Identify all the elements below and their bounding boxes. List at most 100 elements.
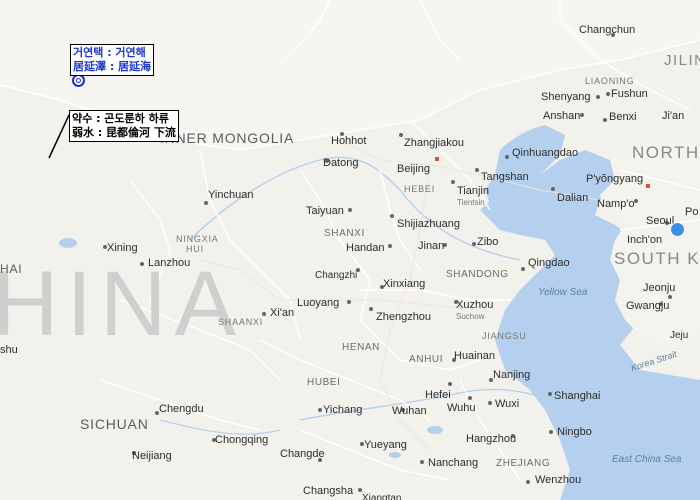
city-label-qingdao[interactable]: Qingdao bbox=[528, 257, 570, 269]
province-label-hui: HUI bbox=[186, 244, 204, 254]
city-label-jeju[interactable]: Jeju bbox=[670, 330, 688, 342]
city-label-yichang[interactable]: Yichang bbox=[323, 404, 362, 416]
city-label-neijiang[interactable]: Neijiang bbox=[132, 450, 172, 462]
city-label-fushun[interactable]: Fushun bbox=[611, 88, 648, 100]
city-label-yueyang[interactable]: Yueyang bbox=[364, 439, 407, 451]
city-dot bbox=[318, 408, 322, 412]
city-label-po[interactable]: Po bbox=[685, 206, 698, 218]
juyan-annotation-box: 거연택 : 거연해 居延澤 : 居延海 bbox=[70, 44, 155, 76]
province-label-hebei: HEBEI bbox=[404, 184, 436, 194]
ruoshui-annotation-box: 약수 : 곤도룬하 하류 弱水 : 昆都倫河 下流 bbox=[69, 110, 179, 142]
city-dot bbox=[262, 312, 266, 316]
city-label-changzhi[interactable]: Changzhi bbox=[315, 270, 357, 282]
city-label-gwangju[interactable]: Gwangju bbox=[626, 300, 669, 312]
country-label-north-korea: NORTH bbox=[632, 143, 700, 162]
city-label-dalian[interactable]: Dalian bbox=[557, 192, 588, 204]
city-label-hohhot[interactable]: Hohhot bbox=[331, 135, 366, 147]
city-dot bbox=[475, 168, 479, 172]
city-label-huainan[interactable]: Huainan bbox=[454, 350, 495, 362]
city-label-tangshan[interactable]: Tangshan bbox=[481, 171, 529, 183]
city-label-jian[interactable]: Ji'an bbox=[662, 110, 684, 122]
city-label-benxi[interactable]: Benxi bbox=[609, 111, 637, 123]
province-label-zhejiang: ZHEJIANG bbox=[496, 458, 551, 469]
city-dot bbox=[369, 307, 373, 311]
city-label-shijiazhuang[interactable]: Shijiazhuang bbox=[397, 218, 460, 230]
city-label-zhengzhou[interactable]: Zhengzhou bbox=[376, 311, 431, 323]
city-label-nanjing[interactable]: Nanjing bbox=[493, 369, 530, 381]
sea-label-east-china-sea: East China Sea bbox=[612, 454, 682, 465]
city-label-xining[interactable]: Xining bbox=[107, 242, 138, 254]
city-dot bbox=[634, 199, 638, 203]
city-dot bbox=[549, 430, 553, 434]
city-label-zhangjiakou[interactable]: Zhangjiakou bbox=[404, 137, 464, 149]
city-label-hangzhou[interactable]: Hangzhou bbox=[466, 433, 516, 445]
city-dot bbox=[348, 208, 352, 212]
city-dot bbox=[140, 262, 144, 266]
city-dot bbox=[603, 118, 607, 122]
city-dot bbox=[347, 300, 351, 304]
city-label-changsha[interactable]: Changsha bbox=[303, 485, 353, 497]
city-label-beijing[interactable]: Beijing bbox=[397, 163, 430, 175]
ruoshui-annotation-hanja: 弱水 : 昆都倫河 下流 bbox=[72, 126, 176, 139]
city-label-jinan[interactable]: Jinan bbox=[418, 240, 444, 252]
city-dot bbox=[204, 201, 208, 205]
city-dot bbox=[451, 180, 455, 184]
city-label-wenzhou[interactable]: Wenzhou bbox=[535, 474, 581, 486]
juyan-annotation-hanja: 居延澤 : 居延海 bbox=[73, 60, 152, 73]
city-label-shu[interactable]: shu bbox=[0, 344, 18, 356]
city-label-xiangtan[interactable]: Xiangtan bbox=[362, 493, 401, 500]
city-label-handan[interactable]: Handan bbox=[346, 242, 385, 254]
city-dot bbox=[551, 187, 555, 191]
city-label-taiyuan[interactable]: Taiyuan bbox=[306, 205, 344, 217]
province-label-shandong: SHANDONG bbox=[446, 269, 509, 280]
city-dot bbox=[505, 155, 509, 159]
city-sublabel-tientsin: Tientsin bbox=[457, 198, 485, 207]
province-label-jiangsu: JIANGSU bbox=[482, 331, 527, 341]
ruoshui-annotation-korean: 약수 : 곤도룬하 하류 bbox=[72, 112, 169, 125]
city-label-wuhu[interactable]: Wuhu bbox=[447, 402, 476, 414]
country-label-china: HINA bbox=[0, 253, 244, 355]
city-label-changde[interactable]: Changde bbox=[280, 448, 325, 460]
city-label-chengdu[interactable]: Chengdu bbox=[159, 403, 204, 415]
city-label-lanzhou[interactable]: Lanzhou bbox=[148, 257, 190, 269]
city-dot bbox=[472, 242, 476, 246]
city-label-qinhuangdao[interactable]: Qinhuangdao bbox=[512, 147, 578, 159]
city-label-nampo[interactable]: Namp'o bbox=[597, 198, 635, 210]
city-sublabel-suchow: Suchow bbox=[456, 312, 485, 321]
city-label-changchun[interactable]: Changchun bbox=[579, 24, 635, 36]
city-label-tianjin[interactable]: Tianjin bbox=[457, 185, 489, 197]
sea-label-yellow-sea: Yellow Sea bbox=[538, 287, 588, 298]
juyan-annotation-korean: 거연택 : 거연해 bbox=[73, 46, 146, 59]
city-dot bbox=[448, 382, 452, 386]
city-dot bbox=[668, 295, 672, 299]
city-label-zibo[interactable]: Zibo bbox=[477, 236, 498, 248]
city-label-xian[interactable]: Xi'an bbox=[270, 307, 294, 319]
city-dot bbox=[488, 401, 492, 405]
city-label-chongqing[interactable]: Chongqing bbox=[215, 434, 268, 446]
province-label-sichuan: SICHUAN bbox=[80, 416, 149, 432]
city-label-yinchuan[interactable]: Yinchuan bbox=[208, 189, 253, 201]
city-label-hefei[interactable]: Hefei bbox=[425, 389, 451, 401]
country-label-south-korea: SOUTH KO bbox=[614, 249, 700, 268]
city-label-luoyang[interactable]: Luoyang bbox=[297, 297, 339, 309]
province-label-liaoning: LIAONING bbox=[585, 76, 635, 86]
city-label-pyongyang[interactable]: P'yŏngyang bbox=[586, 173, 643, 185]
city-label-shenyang[interactable]: Shenyang bbox=[541, 91, 591, 103]
city-label-datong[interactable]: Datong bbox=[323, 157, 358, 169]
city-label-shanghai[interactable]: Shanghai bbox=[554, 390, 601, 402]
city-dot bbox=[388, 244, 392, 248]
city-dot bbox=[646, 184, 650, 188]
city-label-nanchang[interactable]: Nanchang bbox=[428, 457, 478, 469]
city-dot bbox=[390, 214, 394, 218]
city-label-anshan[interactable]: Anshan bbox=[543, 110, 580, 122]
city-label-wuhan[interactable]: Wuhan bbox=[392, 405, 427, 417]
city-label-incheon[interactable]: Inch'on bbox=[627, 234, 662, 246]
city-label-ningbo[interactable]: Ningbo bbox=[557, 426, 592, 438]
location-pin[interactable] bbox=[670, 222, 685, 237]
city-label-xinxiang[interactable]: Xinxiang bbox=[383, 278, 425, 290]
city-label-jeonju[interactable]: Jeonju bbox=[643, 282, 675, 294]
city-label-wuxi[interactable]: Wuxi bbox=[495, 398, 519, 410]
province-label-hubei: HUBEI bbox=[307, 377, 341, 388]
city-label-xuzhou[interactable]: Xuzhou bbox=[456, 299, 493, 311]
city-dot bbox=[358, 488, 362, 492]
